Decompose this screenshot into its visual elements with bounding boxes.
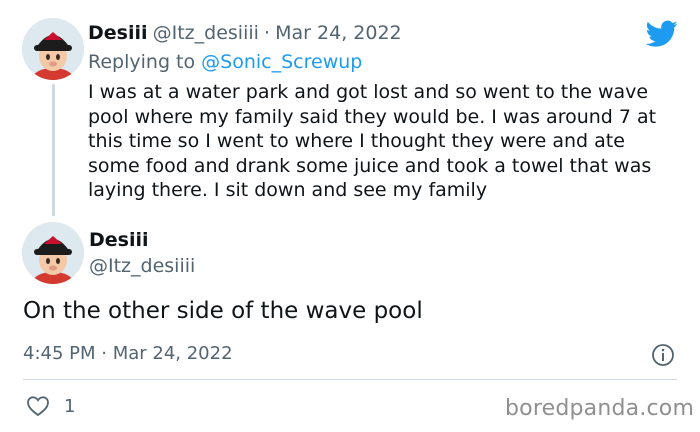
replying-prefix: Replying to <box>88 51 196 73</box>
thread-line <box>52 84 55 216</box>
separator: · <box>264 22 271 44</box>
handle[interactable]: @Itz_desiiii <box>153 22 259 44</box>
display-name[interactable]: Desiii <box>88 22 148 44</box>
avatar[interactable] <box>22 18 84 80</box>
avatar-image <box>22 222 84 284</box>
display-name[interactable]: Desiii <box>89 229 149 251</box>
tweet-date[interactable]: Mar 24, 2022 <box>275 22 402 44</box>
avatar[interactable] <box>22 222 84 284</box>
divider <box>23 379 677 380</box>
handle[interactable]: @Itz_desiiii <box>89 255 195 277</box>
twitter-bird-icon <box>645 20 678 48</box>
main-tweet-text: On the other side of the wave pool <box>23 298 423 324</box>
avatar-image <box>22 18 84 80</box>
info-icon[interactable] <box>651 343 675 367</box>
tweet-timestamp[interactable]: 4:45 PM · Mar 24, 2022 <box>23 343 233 364</box>
reply-tweet-text: I was at a water park and got lost and s… <box>88 81 657 201</box>
replying-to-link[interactable]: @Sonic_Screwup <box>201 51 362 73</box>
watermark: boredpanda.com <box>505 396 695 421</box>
reply-tweet-header: Desiii @Itz_desiiii · Mar 24, 2022 <box>88 22 402 44</box>
heart-icon[interactable] <box>26 395 50 417</box>
replying-to-line: Replying to @Sonic_Screwup <box>88 51 362 73</box>
like-count: 1 <box>64 396 76 417</box>
